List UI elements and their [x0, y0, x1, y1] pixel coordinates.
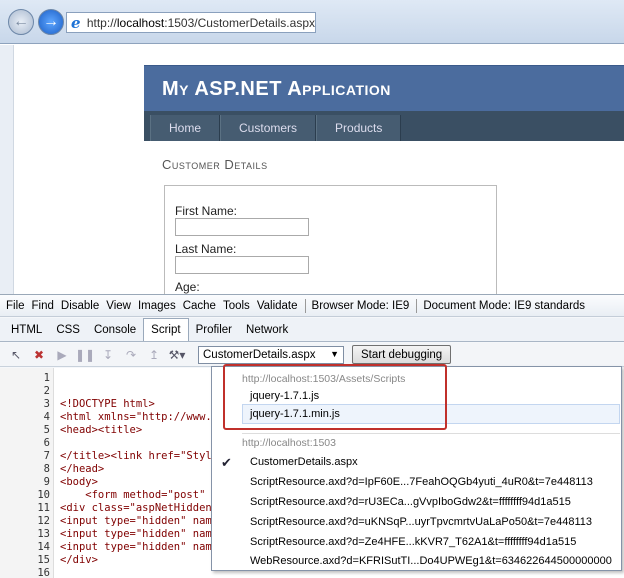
menu-file[interactable]: File: [6, 300, 25, 312]
line-number[interactable]: 12: [0, 515, 50, 527]
line-number[interactable]: 14: [0, 541, 50, 553]
last-name-input[interactable]: [175, 256, 309, 274]
back-button[interactable]: ←: [8, 9, 34, 35]
menu-item-customers[interactable]: Customers: [220, 115, 317, 141]
code-line: <html xmlns="http://www.w: [60, 411, 219, 423]
dropdown-item-scriptresource-1[interactable]: ScriptResource.axd?d=IpF60E...7FeahOQGb4…: [250, 476, 593, 488]
line-number[interactable]: 13: [0, 528, 50, 540]
devtools-menubar: File Find Disable View Images Cache Tool…: [0, 295, 624, 317]
address-bar[interactable]: e http://localhost:1503/CustomerDetails.…: [66, 12, 316, 33]
code-line: <head><title>: [60, 424, 143, 436]
menu-disable[interactable]: Disable: [61, 300, 99, 312]
code-line: <body>: [60, 476, 98, 488]
page-margin: [0, 45, 14, 295]
line-number[interactable]: 16: [0, 567, 50, 578]
break-on-error-icon[interactable]: ⚒▾: [167, 346, 187, 364]
code-line: <input type="hidden" name: [60, 541, 219, 553]
annotation-highlight: [223, 364, 447, 430]
code-line: <form method="post" a: [60, 489, 219, 501]
line-number[interactable]: 3: [0, 398, 50, 410]
dropdown-item-scriptresource-4[interactable]: ScriptResource.axd?d=Ze4HFE...kKVR7_T62A…: [250, 536, 576, 548]
menu-view[interactable]: View: [106, 300, 131, 312]
menu-item-products[interactable]: Products: [316, 115, 402, 141]
browser-toolbar: ← → e http://localhost:1503/CustomerDeta…: [0, 0, 624, 44]
site-menu: Home Customers Products: [144, 111, 624, 141]
step-out-icon[interactable]: ↥: [144, 346, 164, 364]
menu-validate[interactable]: Validate: [257, 300, 298, 312]
first-name-input[interactable]: [175, 218, 309, 236]
script-file-select[interactable]: CustomerDetails.aspx ▼: [198, 345, 344, 364]
url-rest: :1503/CustomerDetails.aspx: [164, 15, 315, 30]
code-line: <div class="aspNetHidden": [60, 502, 219, 514]
code-line: </div>: [60, 554, 98, 566]
document-mode-menu[interactable]: Document Mode: IE9 standards: [423, 300, 585, 312]
dropdown-item-scriptresource-2[interactable]: ScriptResource.axd?d=rU3ECa...gVvpIboGdw…: [250, 496, 571, 508]
section-title: Customer Details: [162, 157, 268, 172]
url-host: localhost: [116, 15, 165, 30]
chevron-down-icon: ▼: [330, 348, 339, 359]
menu-item-home[interactable]: Home: [150, 115, 221, 141]
selected-file: CustomerDetails.aspx: [203, 348, 316, 361]
line-number[interactable]: 6: [0, 437, 50, 449]
tab-script[interactable]: Script: [143, 318, 189, 341]
line-number[interactable]: 15: [0, 554, 50, 566]
menu-images[interactable]: Images: [138, 300, 176, 312]
arrow-left-icon: ←: [13, 13, 29, 30]
code-line: <!DOCTYPE html>: [60, 398, 155, 410]
tab-network[interactable]: Network: [239, 319, 295, 341]
menu-cache[interactable]: Cache: [183, 300, 216, 312]
age-label: Age:: [175, 280, 200, 294]
site-header: My ASP.NET Application: [144, 65, 624, 111]
pause-icon[interactable]: ❚❚: [75, 346, 95, 364]
run-icon[interactable]: ▶: [52, 346, 72, 364]
last-name-label: Last Name:: [175, 242, 237, 256]
dropdown-item-webresource[interactable]: WebResource.axd?d=KFRISutTI...Do4UPWEg1&…: [250, 555, 612, 567]
start-debugging-button[interactable]: Start debugging: [352, 345, 452, 364]
menu-separator: [304, 298, 306, 313]
line-number[interactable]: 10: [0, 489, 50, 501]
tab-html[interactable]: HTML: [4, 319, 49, 341]
line-number[interactable]: 1: [0, 372, 50, 384]
arrow-right-icon: →: [43, 13, 59, 30]
tab-console[interactable]: Console: [87, 319, 143, 341]
browser-mode-menu[interactable]: Browser Mode: IE9: [312, 300, 410, 312]
select-element-icon[interactable]: ↖: [6, 346, 26, 364]
menu-separator: [416, 298, 418, 313]
code-line: <input type="hidden" name: [60, 515, 219, 527]
dropdown-item-scriptresource-3[interactable]: ScriptResource.axd?d=uKNSqP...uyrTpvcmrt…: [250, 516, 592, 528]
dropdown-item-customerdetails[interactable]: CustomerDetails.aspx: [250, 456, 358, 468]
step-into-icon[interactable]: ↧: [98, 346, 118, 364]
line-number-gutter: 1 2 3 4 5 6 7 8 9 10 11 12 13 14 15 16: [0, 368, 54, 578]
forward-button[interactable]: →: [38, 9, 64, 35]
customer-form: First Name: Last Name: Age:: [164, 185, 497, 305]
line-number[interactable]: 8: [0, 463, 50, 475]
checkmark-icon: ✔: [221, 455, 232, 470]
site-title: My ASP.NET Application: [162, 78, 391, 100]
code-line: </title><link href="Style: [60, 450, 219, 462]
code-line: <input type="hidden" name: [60, 528, 219, 540]
line-number[interactable]: 4: [0, 411, 50, 423]
dropdown-group-root: http://localhost:1503: [242, 437, 336, 449]
tab-css[interactable]: CSS: [49, 319, 87, 341]
menu-find[interactable]: Find: [32, 300, 54, 312]
line-number[interactable]: 2: [0, 385, 50, 397]
web-page: My ASP.NET Application Home Customers Pr…: [0, 45, 624, 305]
clear-browser-icon[interactable]: ✖: [29, 346, 49, 364]
tab-profiler[interactable]: Profiler: [189, 319, 239, 341]
step-over-icon[interactable]: ↷: [121, 346, 141, 364]
code-line: </head>: [60, 463, 105, 475]
line-number[interactable]: 11: [0, 502, 50, 514]
menu-tools[interactable]: Tools: [223, 300, 250, 312]
first-name-label: First Name:: [175, 204, 238, 218]
ie-page-icon: e: [71, 13, 81, 32]
dropdown-divider: [242, 433, 620, 434]
line-number[interactable]: 5: [0, 424, 50, 436]
line-number[interactable]: 7: [0, 450, 50, 462]
url-prefix: http://: [86, 15, 117, 30]
devtools-tabs: HTML CSS Console Script Profiler Network: [0, 318, 624, 342]
line-number[interactable]: 9: [0, 476, 50, 488]
